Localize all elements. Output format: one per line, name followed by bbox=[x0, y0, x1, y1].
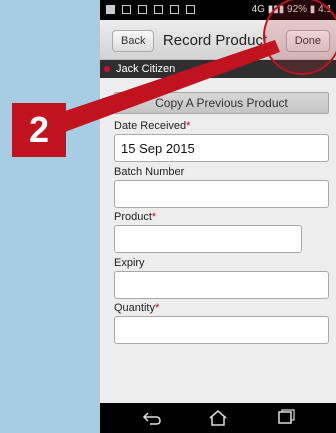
callout-step-number: 2 bbox=[12, 103, 66, 157]
status-indicators: 4G ▮▮▮ 92% ▮ 4:1 bbox=[251, 4, 332, 15]
clipboard-icon bbox=[170, 5, 179, 14]
required-marker: * bbox=[151, 211, 157, 223]
product-field[interactable] bbox=[114, 225, 302, 253]
expiry-label: Expiry bbox=[114, 257, 145, 269]
facebook-icon bbox=[106, 5, 115, 14]
required-marker: * bbox=[186, 120, 191, 132]
app-notification-icon bbox=[122, 5, 131, 14]
back-icon[interactable] bbox=[142, 409, 162, 427]
user-name: Jack Citizen bbox=[116, 63, 176, 75]
batch-number-field[interactable] bbox=[114, 180, 329, 208]
page-title: Record Product bbox=[162, 32, 268, 49]
product-label: Product* bbox=[114, 211, 157, 223]
copy-previous-product-button[interactable]: Copy A Previous Product bbox=[114, 92, 329, 114]
date-received-field[interactable] bbox=[114, 134, 329, 162]
quantity-label: Quantity* bbox=[114, 302, 160, 314]
user-status-icon bbox=[104, 66, 110, 72]
required-marker: * bbox=[154, 302, 160, 314]
done-button[interactable]: Done bbox=[285, 30, 330, 52]
user-bar: Jack Citizen bbox=[100, 60, 336, 78]
android-nav-bar bbox=[100, 403, 336, 433]
mail-icon bbox=[154, 5, 163, 14]
expiry-field[interactable] bbox=[114, 271, 329, 299]
android-icon bbox=[186, 5, 195, 14]
home-icon[interactable] bbox=[208, 409, 228, 427]
quantity-field[interactable] bbox=[114, 316, 329, 344]
batch-number-label: Batch Number bbox=[114, 166, 185, 178]
status-bar: 4G ▮▮▮ 92% ▮ 4:1 bbox=[100, 0, 336, 20]
back-button[interactable]: Back bbox=[112, 30, 155, 52]
date-received-label: Date Received* bbox=[114, 120, 191, 132]
recent-apps-icon[interactable] bbox=[276, 409, 296, 427]
phone-screen: 4G ▮▮▮ 92% ▮ 4:1 Back Record Product Don… bbox=[100, 0, 336, 433]
app-bar: Back Record Product Done bbox=[100, 20, 336, 60]
image-icon bbox=[138, 5, 147, 14]
